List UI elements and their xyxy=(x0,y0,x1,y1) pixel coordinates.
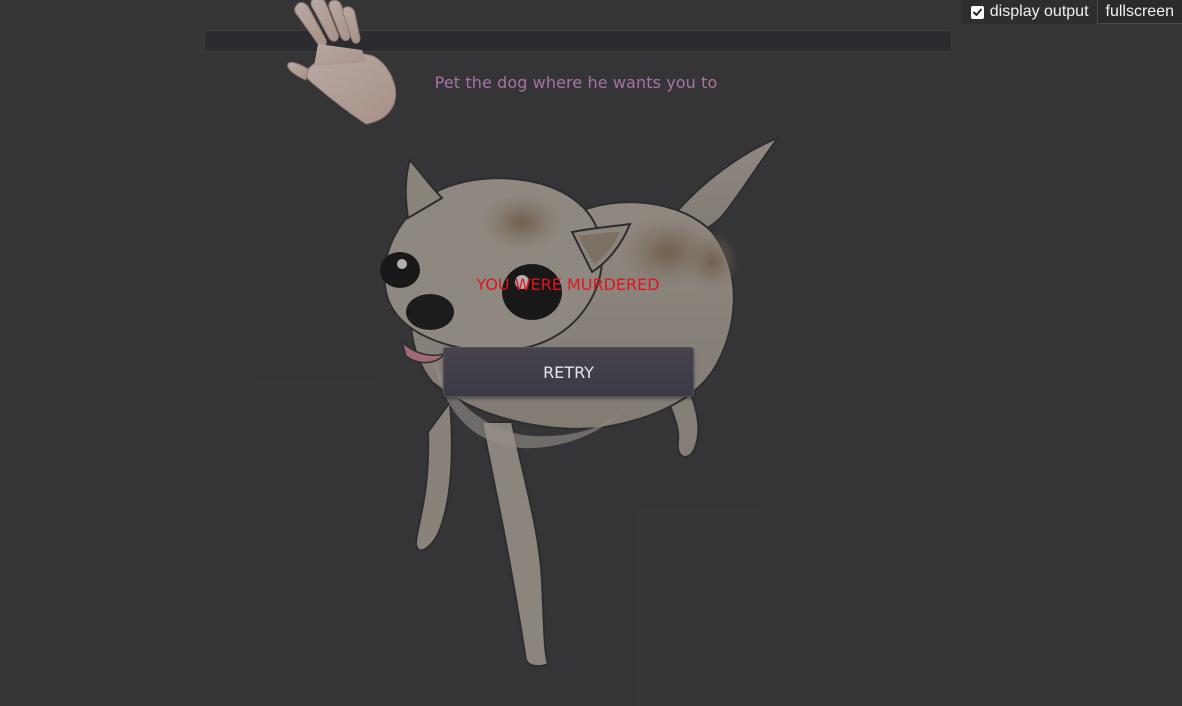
death-message: YOU WERE MURDERED xyxy=(476,275,660,294)
retry-button[interactable]: RETRY xyxy=(443,347,694,397)
game-canvas[interactable]: display output fullscreen Pet the dog wh… xyxy=(0,0,1182,706)
instruction-text: Pet the dog where he wants you to xyxy=(434,73,718,92)
display-output-toggle[interactable]: display output xyxy=(960,0,1097,24)
fullscreen-button[interactable]: fullscreen xyxy=(1096,0,1182,24)
top-controls: display output fullscreen xyxy=(960,0,1182,24)
display-output-label: display output xyxy=(989,3,1089,20)
hand-icon xyxy=(287,0,396,125)
display-output-checkbox[interactable] xyxy=(970,5,984,19)
chihuahua-sprite[interactable] xyxy=(372,132,792,672)
checkmark-icon xyxy=(972,8,982,16)
